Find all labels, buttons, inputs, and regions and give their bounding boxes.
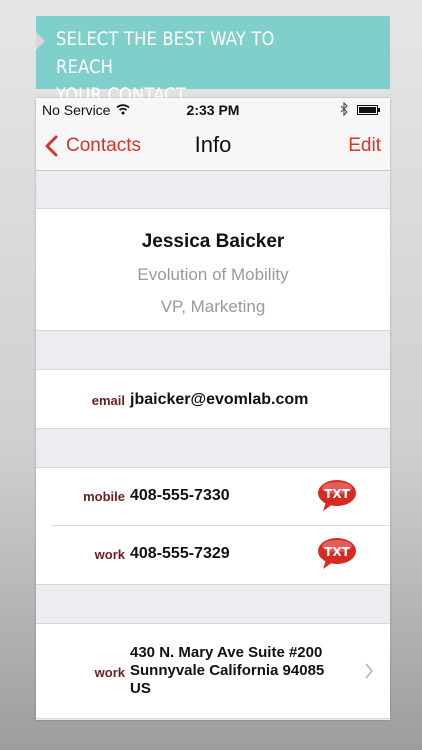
status-time: 2:33 PM — [186, 102, 240, 118]
address-value[interactable]: 430 N. Mary Ave Suite #200 Sunnyvale Cal… — [130, 644, 324, 698]
phone-label: mobile — [83, 489, 125, 504]
contact-header-card: Jessica Baicker Evolution of Mobility VP… — [36, 208, 390, 331]
address-row[interactable]: work 430 N. Mary Ave Suite #200 Sunnyval… — [36, 624, 390, 718]
disclosure-chevron-icon — [365, 663, 374, 679]
status-bar: No Service 2:33 PM — [36, 98, 390, 122]
email-label: email — [91, 393, 125, 408]
address-card: work 430 N. Mary Ave Suite #200 Sunnyval… — [36, 623, 390, 719]
email-card: email jbaicker@evomlab.com — [36, 369, 390, 429]
txt-bubble-icon[interactable]: TXT — [316, 536, 358, 572]
phone-number[interactable]: 408-555-7329 — [130, 545, 230, 563]
banner-notch — [36, 32, 45, 50]
txt-label: TXT — [324, 545, 350, 559]
banner-text: SELECT THE BEST WAY TO REACH YOUR CONTAC… — [56, 28, 275, 106]
phone-screen: No Service 2:33 PM Contacts Info Edit Je… — [36, 98, 390, 720]
contact-name: Jessica Baicker — [141, 231, 285, 252]
contact-company: Evolution of Mobility — [137, 265, 289, 284]
phone-row-work[interactable]: work 408-555-7329 TXT — [36, 526, 390, 584]
battery-icon — [357, 105, 380, 115]
navigation-bar: Contacts Info Edit — [36, 122, 390, 171]
txt-bubble-icon[interactable]: TXT — [316, 478, 358, 514]
promo-banner: SELECT THE BEST WAY TO REACH YOUR CONTAC… — [36, 16, 390, 106]
email-row[interactable]: email jbaicker@evomlab.com — [36, 370, 390, 428]
edit-button[interactable]: Edit — [348, 135, 381, 157]
page-title: Info — [194, 132, 232, 157]
phone-row-mobile[interactable]: mobile 408-555-7330 TXT — [36, 468, 390, 526]
contact-job-title: VP, Marketing — [160, 297, 266, 316]
phone-label: work — [94, 547, 125, 562]
address-label: work — [94, 665, 125, 680]
email-value[interactable]: jbaicker@evomlab.com — [130, 391, 308, 409]
bluetooth-icon — [340, 102, 348, 116]
phones-card: mobile 408-555-7330 TXT work 408-555-732… — [36, 467, 390, 585]
phone-number[interactable]: 408-555-7330 — [130, 487, 230, 505]
txt-label: TXT — [324, 487, 350, 501]
